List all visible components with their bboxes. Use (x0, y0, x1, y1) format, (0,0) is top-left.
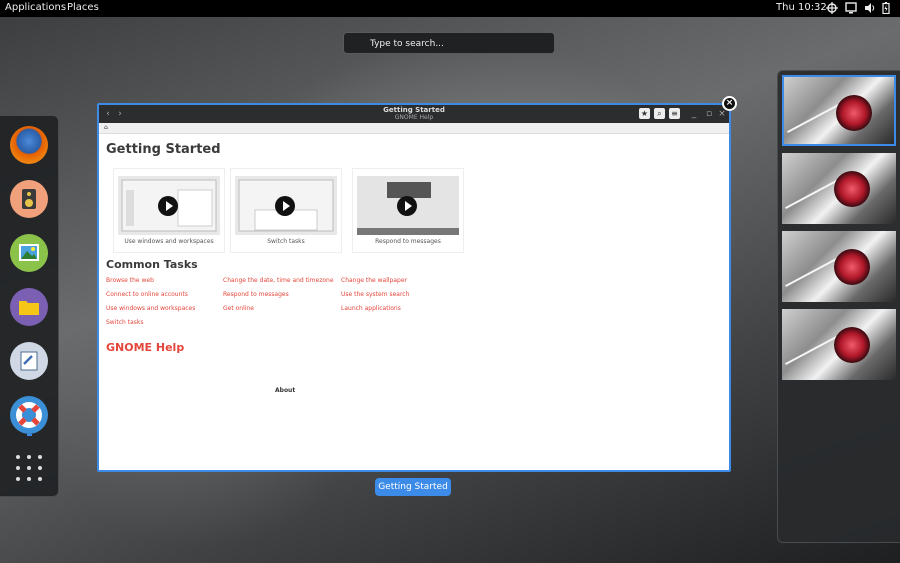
wallpaper-detail (836, 95, 872, 131)
top-bar: Applications Places Thu 10:32 (0, 0, 900, 17)
clock[interactable]: Thu 10:32 (776, 2, 827, 13)
wallpaper-detail (834, 171, 870, 207)
gnome-help-link[interactable]: GNOME Help (106, 341, 184, 354)
search-box[interactable] (343, 32, 555, 54)
image-viewer-icon[interactable] (10, 234, 48, 272)
battery-icon[interactable] (880, 2, 892, 15)
window-caption-label: Getting Started (375, 478, 451, 496)
display-icon[interactable] (845, 2, 857, 14)
minimize-icon[interactable]: _ (689, 109, 699, 119)
dash (0, 115, 59, 497)
task-link[interactable]: Change the wallpaper (341, 277, 407, 284)
window-subtitle: GNOME Help (394, 114, 434, 121)
task-link[interactable]: Switch tasks (106, 319, 144, 326)
workspace-thumbnail[interactable] (782, 75, 896, 146)
bookmark-star-icon[interactable]: ★ (639, 108, 650, 119)
search-input[interactable] (368, 36, 552, 52)
applications-menu[interactable]: Applications (5, 2, 66, 13)
files-icon[interactable] (10, 288, 48, 326)
task-link[interactable]: Launch applications (341, 305, 401, 312)
workspace-thumbnail[interactable] (782, 309, 896, 380)
task-link[interactable]: Browse the web (106, 277, 154, 284)
home-icon[interactable]: ⌂ (104, 124, 108, 131)
workspace-thumbnail[interactable] (782, 153, 896, 224)
grid-icon[interactable] (16, 455, 42, 481)
speaker-icon[interactable] (10, 180, 48, 218)
places-menu[interactable]: Places (67, 2, 99, 13)
window-title: Getting Started (383, 106, 445, 114)
wallpaper-detail (787, 103, 841, 133)
notes-icon[interactable] (10, 342, 48, 380)
video-card[interactable]: Use windows and workspaces (113, 168, 225, 253)
video-thumbnail (118, 176, 220, 235)
video-caption: Switch tasks (267, 238, 305, 245)
task-link[interactable]: Respond to messages (223, 291, 289, 298)
wallpaper-detail (785, 257, 839, 287)
play-icon[interactable] (275, 196, 295, 216)
help-window[interactable]: ‹ › Getting Started GNOME Help ★ ⌕ ≡ _ ▫… (97, 103, 731, 472)
help-lifebuoy-icon[interactable] (10, 396, 48, 434)
task-link[interactable]: Connect to online accounts (106, 291, 188, 298)
crosshair-icon[interactable] (826, 2, 838, 14)
close-window-icon[interactable]: × (722, 96, 737, 111)
task-link[interactable]: Use windows and workspaces (106, 305, 195, 312)
video-caption: Respond to messages (375, 238, 441, 245)
about-link[interactable]: About (275, 387, 295, 394)
task-link[interactable]: Use the system search (341, 291, 409, 298)
close-icon[interactable]: × (717, 109, 727, 119)
task-link[interactable]: Change the date, time and timezone (223, 277, 334, 284)
wallpaper-detail (834, 249, 870, 285)
video-card[interactable]: Respond to messages (352, 168, 464, 253)
path-bar: ⌂ (99, 123, 729, 134)
maximize-icon[interactable]: ▫ (704, 109, 714, 119)
window-titlebar[interactable]: ‹ › Getting Started GNOME Help ★ ⌕ ≡ _ ▫… (99, 105, 729, 123)
firefox-icon[interactable] (10, 126, 48, 164)
search-icon[interactable]: ⌕ (654, 108, 665, 119)
workspace-switcher (777, 70, 900, 543)
wallpaper-detail (785, 179, 839, 209)
common-tasks-heading: Common Tasks (106, 258, 198, 271)
menu-icon[interactable]: ≡ (669, 108, 680, 119)
page-title: Getting Started (106, 142, 221, 157)
video-caption: Use windows and workspaces (124, 238, 214, 245)
running-indicator (27, 434, 32, 436)
play-icon[interactable] (397, 196, 417, 216)
volume-icon[interactable] (864, 2, 876, 14)
video-card[interactable]: Switch tasks (230, 168, 342, 253)
workspace-thumbnail[interactable] (782, 231, 896, 302)
video-thumbnail (235, 176, 337, 235)
wallpaper-detail (834, 327, 870, 363)
video-thumbnail (357, 176, 459, 235)
play-icon[interactable] (158, 196, 178, 216)
wallpaper-detail (785, 335, 839, 365)
task-link[interactable]: Get online (223, 305, 254, 312)
